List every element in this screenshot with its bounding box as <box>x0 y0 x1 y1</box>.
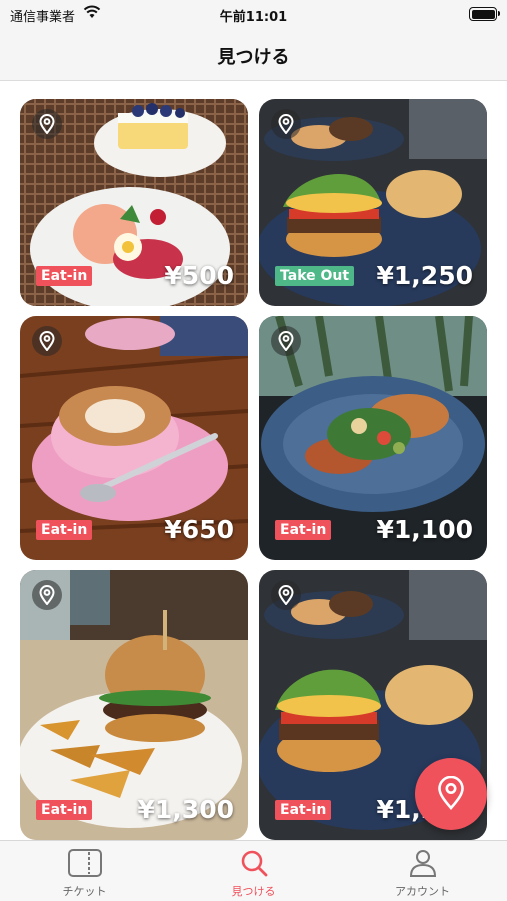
tab-bar: チケット 見つける アカウント <box>0 840 507 901</box>
location-pin-icon <box>278 585 294 605</box>
food-card[interactable]: Eat-in ¥1,300 <box>20 570 248 840</box>
price-label: ¥1,100 <box>376 515 473 544</box>
location-pin-icon <box>278 331 294 351</box>
person-icon <box>409 850 437 877</box>
location-pin-icon <box>39 114 55 134</box>
status-time: 午前11:01 <box>219 10 288 25</box>
location-badge <box>32 580 62 610</box>
food-card[interactable]: Take Out ¥1,250 <box>259 99 487 306</box>
ticket-icon <box>68 849 102 877</box>
location-badge <box>32 109 62 139</box>
eat-in-tag: Eat-in <box>36 520 93 540</box>
location-badge <box>271 326 301 356</box>
price-label: ¥1,300 <box>137 795 234 824</box>
tab-find-label: 見つける <box>231 885 276 898</box>
eat-in-tag: Eat-in <box>36 800 93 820</box>
location-badge <box>32 326 62 356</box>
tab-account-label: アカウント <box>395 885 450 898</box>
tab-account[interactable]: アカウント <box>338 841 507 901</box>
food-grid[interactable]: Eat-in ¥500 Take Out ¥1,250 Eat-in ¥650 … <box>0 81 507 840</box>
price-label: ¥1,250 <box>376 261 473 290</box>
location-badge <box>271 109 301 139</box>
take-out-tag: Take Out <box>275 266 355 286</box>
food-card[interactable]: Eat-in ¥650 <box>20 316 248 560</box>
map-location-button[interactable] <box>415 758 487 830</box>
location-pin-icon <box>39 585 55 605</box>
location-pin-icon <box>438 776 464 810</box>
tab-ticket-label: チケット <box>62 885 107 898</box>
search-icon <box>241 850 268 877</box>
price-label: ¥650 <box>164 515 234 544</box>
battery-icon <box>469 7 500 21</box>
eat-in-tag: Eat-in <box>275 800 332 820</box>
eat-in-tag: Eat-in <box>275 520 332 540</box>
location-pin-icon <box>278 114 294 134</box>
food-card[interactable]: Eat-in ¥500 <box>20 99 248 306</box>
page-title: 見つける <box>217 47 290 68</box>
food-card[interactable]: Eat-in ¥1,100 <box>259 316 487 560</box>
price-label: ¥500 <box>164 261 234 290</box>
navigation-bar: 見つける <box>0 28 507 81</box>
tab-find[interactable]: 見つける <box>169 841 338 901</box>
tab-ticket[interactable]: チケット <box>0 841 169 901</box>
eat-in-tag: Eat-in <box>36 266 93 286</box>
location-badge <box>271 580 301 610</box>
status-bar: 通信事業者 午前11:01 <box>0 0 507 28</box>
location-pin-icon <box>39 331 55 351</box>
